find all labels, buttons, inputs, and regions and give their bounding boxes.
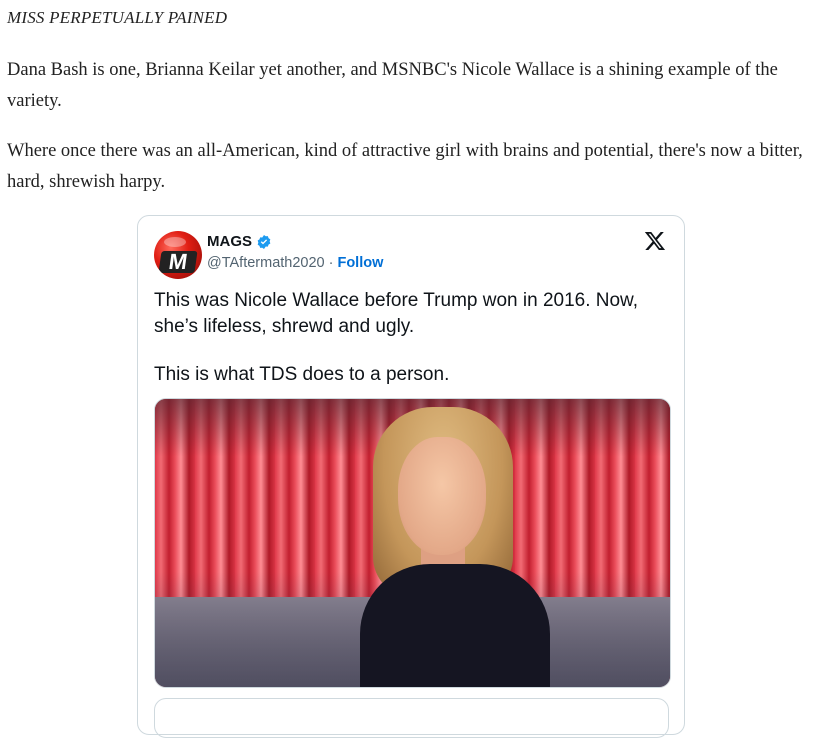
- avatar[interactable]: M: [154, 231, 202, 279]
- tweet-media-image[interactable]: [154, 398, 671, 688]
- tweet-text-line2: This is what TDS does to a person.: [154, 364, 450, 385]
- author-row: MAGS: [207, 233, 272, 250]
- avatar-letter: M: [158, 249, 198, 274]
- author-name[interactable]: MAGS: [207, 233, 252, 250]
- dot-separator: ·: [328, 255, 334, 271]
- paragraph-1: Dana Bash is one, Brianna Keilar yet ano…: [7, 60, 778, 111]
- follow-button[interactable]: Follow: [337, 255, 383, 271]
- handle-row: @TAftermath2020 · Follow: [207, 255, 383, 271]
- verified-badge-icon: [257, 234, 271, 249]
- paragraph-2: Where once there was an all-American, ki…: [7, 141, 803, 192]
- person-face: [398, 437, 486, 555]
- x-logo-icon[interactable]: [644, 230, 666, 252]
- avatar-shine: [164, 237, 186, 247]
- embedded-tweet[interactable]: M MAGS @TAftermath2020 · Follow This was…: [137, 215, 685, 738]
- tweet-footer-card[interactable]: [154, 698, 669, 738]
- person-top: [360, 564, 550, 687]
- author-handle[interactable]: @TAftermath2020: [207, 255, 325, 271]
- section-heading: MISS PERPETUALLY PAINED: [7, 8, 228, 27]
- tweet-text-line1: This was Nicole Wallace before Trump won…: [154, 290, 639, 337]
